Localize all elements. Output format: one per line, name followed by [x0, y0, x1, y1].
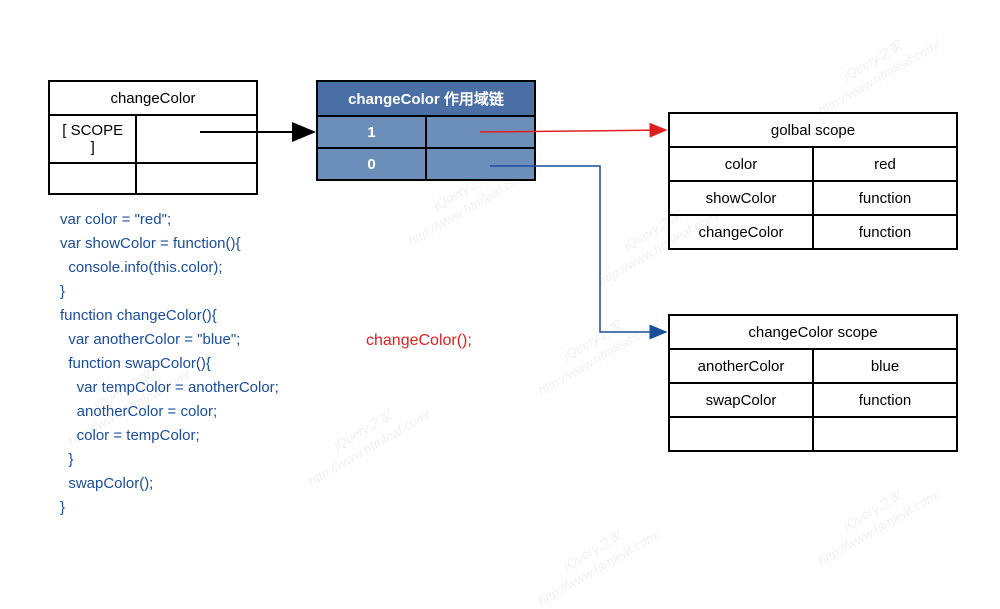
global-row-key: changeColor	[669, 215, 813, 249]
chain-index-1: 1	[317, 116, 426, 148]
scope-pointer-cell	[136, 115, 257, 163]
ccscope-row-val: blue	[813, 349, 957, 383]
ccscope-row-key: swapColor	[669, 383, 813, 417]
code-snippet: var color = "red"; var showColor = funct…	[60, 208, 279, 520]
changecolor-function-box: changeColor [ SCOPE ]	[48, 80, 258, 195]
changecolor-call-label: changeColor();	[366, 332, 472, 350]
watermark-text: jQuery之家	[560, 315, 625, 364]
watermark-text: jQuery之家	[840, 485, 905, 534]
global-row-val: function	[813, 215, 957, 249]
global-row-key: showColor	[669, 181, 813, 215]
scope-chain-box: changeColor 作用域链 1 0	[316, 80, 536, 181]
watermark-text: http://www.htmleaf.com/	[815, 37, 942, 119]
global-row-val: red	[813, 147, 957, 181]
watermark-text: http://www.htmleaf.com/	[305, 407, 432, 489]
changecolor-scope-title: changeColor scope	[669, 315, 957, 349]
arrow-chain0-to-ccscope	[490, 166, 666, 332]
global-scope-title: golbal scope	[669, 113, 957, 147]
empty-cell	[136, 163, 257, 194]
watermark-text: http://www.htmleaf.com/	[535, 317, 662, 399]
changecolor-title: changeColor	[49, 81, 257, 115]
watermark-text: http://www.htmleaf.com/	[535, 527, 662, 609]
watermark-text: jQuery之家	[330, 405, 395, 454]
changecolor-scope-box: changeColor scope anotherColor blue swap…	[668, 314, 958, 452]
ccscope-row-key	[669, 417, 813, 451]
ccscope-row-val	[813, 417, 957, 451]
ccscope-row-val: function	[813, 383, 957, 417]
chain-pointer-1	[426, 116, 535, 148]
ccscope-row-key: anotherColor	[669, 349, 813, 383]
watermark-text: jQuery之家	[560, 525, 625, 574]
global-scope-box: golbal scope color red showColor functio…	[668, 112, 958, 250]
global-row-key: color	[669, 147, 813, 181]
chain-pointer-0	[426, 148, 535, 180]
watermark-text: jQuery之家	[840, 35, 905, 84]
empty-cell	[49, 163, 136, 194]
scope-chain-title: changeColor 作用域链	[317, 81, 535, 116]
watermark-text: http://www.htmleaf.com/	[815, 487, 942, 569]
scope-label-cell: [ SCOPE ]	[49, 115, 136, 163]
global-row-val: function	[813, 181, 957, 215]
chain-index-0: 0	[317, 148, 426, 180]
